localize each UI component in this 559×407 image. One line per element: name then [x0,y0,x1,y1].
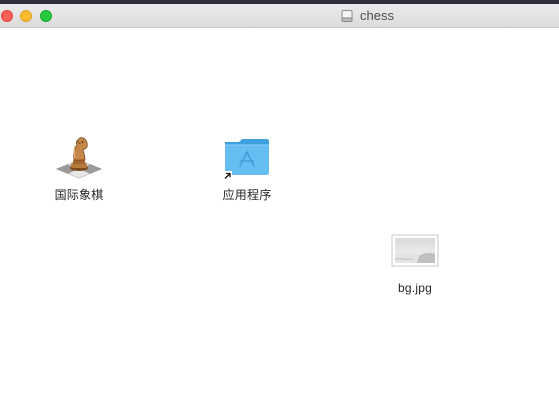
jpg-image-thumbnail[interactable] [389,225,441,277]
window-title: chess [340,4,394,27]
chess-knight-app-icon[interactable] [53,130,105,182]
bg-image-file-item[interactable]: bg.jpg [360,225,470,295]
chess-app-item[interactable]: 国际象棋 [24,130,134,203]
applications-folder-label: 应用程序 [222,188,272,202]
alias-arrow-icon [223,171,232,180]
applications-folder-alias-icon[interactable] [221,130,273,182]
zoom-button[interactable] [40,10,52,22]
finder-content-area[interactable]: 国际象棋 应用程序 bg.jpg [0,28,559,407]
minimize-button[interactable] [20,10,32,22]
applications-folder-item[interactable]: 应用程序 [192,130,302,203]
finder-window: chess 国际象棋 应用程序 bg.jpg [0,4,559,407]
bg-image-file-label: bg.jpg [398,281,432,295]
chess-app-label: 国际象棋 [54,188,104,202]
title-bar[interactable]: chess [0,4,559,28]
disk-image-icon [341,9,353,22]
close-button[interactable] [1,10,13,22]
window-title-text: chess [360,8,394,23]
